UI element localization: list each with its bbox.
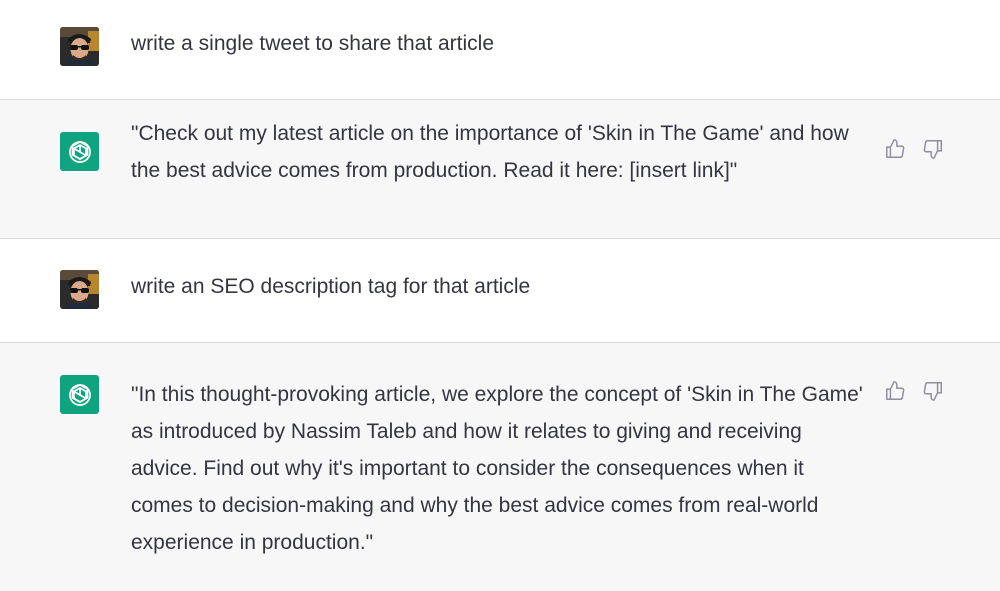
thumbs-up-icon <box>886 381 905 400</box>
chat-thread: write a single tweet to share that artic… <box>0 0 1000 591</box>
message-text: "Check out my latest article on the impo… <box>131 122 855 182</box>
user-message: write a single tweet to share that artic… <box>0 0 1000 100</box>
message-text: "In this thought-provoking article, we e… <box>131 383 869 554</box>
thumbs-up-icon <box>886 139 905 158</box>
thumbs-up-button[interactable] <box>884 380 906 402</box>
message-text: write an SEO description tag for that ar… <box>131 275 531 298</box>
assistant-avatar <box>60 132 99 171</box>
thumbs-up-button[interactable] <box>884 138 906 160</box>
assistant-message: "Check out my latest article on the impo… <box>0 100 1000 239</box>
feedback-buttons <box>884 138 944 160</box>
feedback-buttons <box>884 380 944 402</box>
user-photo-avatar <box>60 27 99 66</box>
message-text: write a single tweet to share that artic… <box>131 32 495 55</box>
user-photo-avatar <box>60 270 99 309</box>
assistant-message: "In this thought-provoking article, we e… <box>0 343 1000 591</box>
assistant-avatar <box>60 375 99 414</box>
openai-logo-icon <box>68 140 91 163</box>
thumbs-down-icon <box>923 382 942 401</box>
user-message: write an SEO description tag for that ar… <box>0 239 1000 343</box>
user-avatar <box>60 27 99 66</box>
thumbs-down-button[interactable] <box>922 380 944 402</box>
thumbs-down-button[interactable] <box>922 138 944 160</box>
thumbs-down-icon <box>923 140 942 159</box>
user-avatar <box>60 270 99 309</box>
openai-logo-icon <box>68 383 91 406</box>
